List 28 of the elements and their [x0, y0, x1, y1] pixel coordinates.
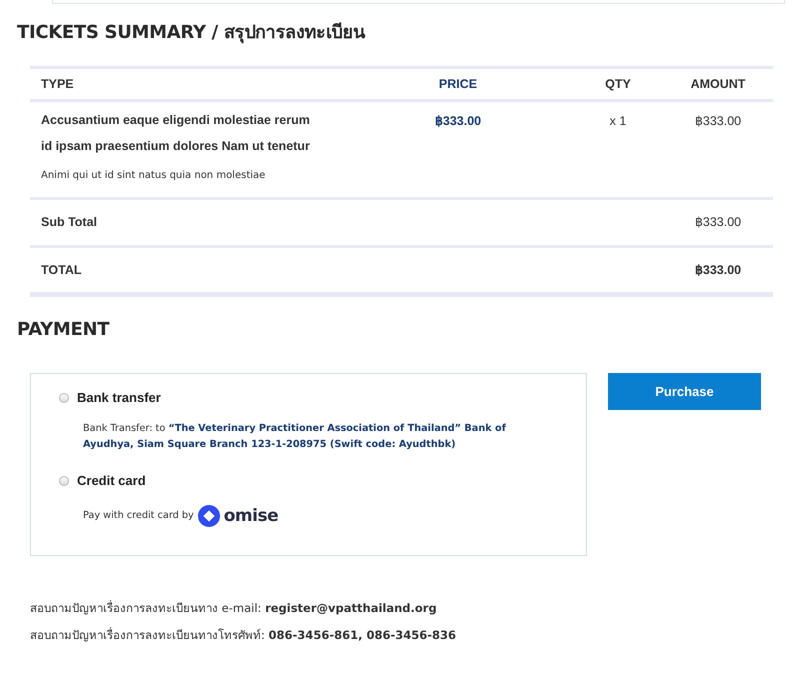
radio-button[interactable]: [59, 392, 69, 403]
purchase-button[interactable]: Purchase: [608, 372, 761, 410]
radio-button[interactable]: [59, 476, 69, 486]
ticket-name: id ipsam praesentium dolores Nam ut tenetur: [41, 138, 311, 154]
quantity-value: x 1: [610, 113, 626, 130]
subtotal-label: Sub Total: [41, 215, 98, 230]
total-label: TOTAL: [41, 262, 82, 277]
subtotal-value: ฿333.00: [694, 215, 742, 230]
price-value: ฿333.00: [434, 113, 482, 130]
bank-details: Bank Transfer: to “The Veterinary Practitioner Association of Thailand” Bank of Ayudhya, Siam Square Branch 123-1-208975 (Swift code: Ayudthbk): [83, 422, 507, 452]
amount-value: ฿333.00: [694, 113, 742, 130]
column-header: AMOUNT: [690, 76, 746, 91]
ticket-description: Animi qui ut id sint natus quia non molestiae: [41, 169, 266, 184]
ticket-name: Accusantium eaque eligendi molestiae rerum: [41, 112, 311, 128]
contact-link[interactable]: 086-3456-861, 086-3456-836: [268, 628, 456, 642]
column-header: TYPE: [41, 76, 74, 91]
contact-label: สอบถามปัญหาเรื่องการลงทะเบียนทางโทรศัพท์:: [30, 628, 265, 642]
payment-note: Pay with credit card by: [83, 508, 194, 523]
column-header: QTY: [605, 76, 631, 91]
section-title: PAYMENT: [17, 319, 110, 341]
method-label: Bank transfer: [77, 388, 161, 407]
section-title: TICKETS SUMMARY / สรุปการลงทะเบียน: [17, 22, 366, 44]
method-label: Credit card: [77, 472, 146, 490]
brand-name: omise: [224, 508, 278, 524]
total-value: ฿333.00: [694, 262, 742, 277]
column-header: PRICE: [438, 76, 478, 91]
contact-link[interactable]: register@vpatthailand.org: [265, 600, 437, 615]
contact-label: สอบถามปัญหาเรื่องการลงทะเบียนทาง e-mail:: [30, 600, 262, 615]
